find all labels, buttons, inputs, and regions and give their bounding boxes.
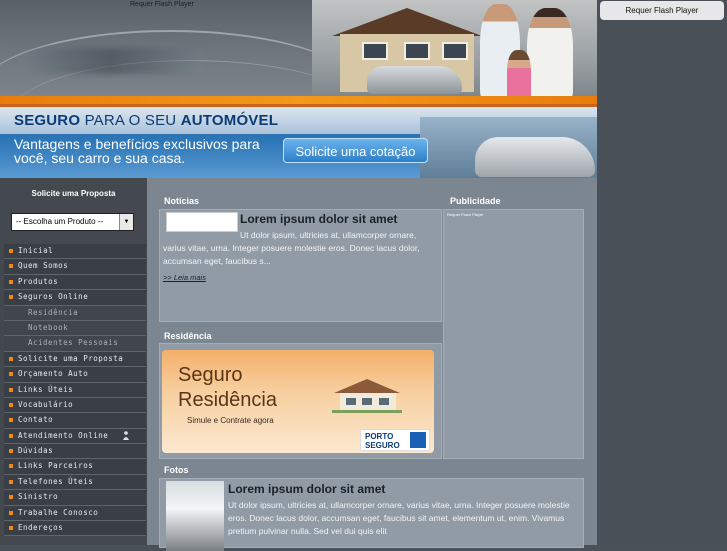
- sidebar: Solicite uma Proposta -- Escolha um Prod…: [0, 178, 147, 545]
- photos-headline[interactable]: Lorem ipsum dolor sit amet: [228, 482, 385, 496]
- bullet-icon: [9, 402, 13, 407]
- sidebar-subitem[interactable]: Acidentes Pessoais: [4, 336, 146, 352]
- sidebar-item[interactable]: Vocabulário: [4, 397, 146, 414]
- sidebar-item[interactable]: Links Parceiros: [4, 459, 146, 475]
- header-flash-banner: Requer Flash Player: [0, 0, 597, 100]
- sidebar-item[interactable]: Sinistro: [4, 490, 146, 506]
- sidebar-item-label: Orçamento Auto: [18, 369, 89, 379]
- sidebar-item-label: Telefones Úteis: [18, 476, 94, 486]
- sidebar-menu: Inicial Quem Somos Produtos Seguros Online R…: [4, 244, 146, 537]
- auto-insurance-banner[interactable]: SEGURO PARA O SEU AUTOMÓVEL Vantagens e …: [0, 107, 597, 178]
- bullet-icon: [9, 249, 13, 253]
- sidebar-item-label: Contato: [18, 415, 54, 425]
- sidebar-item[interactable]: Atendimento Online: [4, 428, 146, 445]
- ads-flash-notice: Requer Flash Player: [447, 212, 484, 217]
- sidebar-item-label: Links Parceiros: [18, 461, 94, 471]
- sidebar-subitem[interactable]: Residência: [4, 305, 146, 321]
- bullet-icon: [9, 387, 13, 392]
- news-panel: Lorem ipsum dolor sit amet Ut dolor ipsu…: [159, 209, 442, 322]
- photos-panel: Lorem ipsum dolor sit amet Ut dolor ipsu…: [159, 478, 584, 551]
- ads-section-title: Publicidade: [450, 196, 501, 206]
- ad-line-1: Seguro: [178, 364, 243, 386]
- flash-player-notice: Requer Flash Player: [130, 1, 194, 8]
- sidebar-item-label: Dúvidas: [18, 446, 54, 456]
- bullet-icon: [9, 510, 13, 515]
- blurred-logo: [18, 48, 203, 74]
- bullet-icon: [9, 433, 13, 438]
- bullet-icon: [9, 449, 13, 454]
- news-body: Ut dolor ipsum, ultricies at, ullamcorpe…: [163, 230, 420, 266]
- bullet-icon: [9, 526, 13, 531]
- bullet-icon: [9, 279, 13, 284]
- family-person: [527, 8, 573, 100]
- sidebar-item[interactable]: Links Úteis: [4, 382, 146, 398]
- sidebar-item-label: Residência: [28, 307, 79, 317]
- sidebar-item-label: Links Úteis: [18, 384, 74, 394]
- porto-seguro-mark-icon: [410, 432, 426, 448]
- ad-line-2: Residência: [178, 389, 277, 411]
- orange-divider: [0, 96, 597, 104]
- family-person: [507, 50, 531, 100]
- sidebar-item[interactable]: Inicial: [4, 244, 146, 260]
- right-column: Requer Flash Player: [597, 0, 727, 545]
- ads-panel: Requer Flash Player: [443, 209, 584, 459]
- bullet-icon: [9, 356, 13, 361]
- bullet-icon: [9, 418, 13, 423]
- sidebar-subitem[interactable]: Notebook: [4, 320, 146, 337]
- city-car-photo: [420, 117, 597, 178]
- sidebar-item[interactable]: Telefones Úteis: [4, 474, 146, 491]
- sidebar-item[interactable]: Quem Somos: [4, 259, 146, 275]
- news-section-title: Notícias: [164, 196, 200, 206]
- sidebar-item-label: Endereços: [18, 523, 64, 533]
- sidebar-item[interactable]: Contato: [4, 413, 146, 429]
- sidebar-item-label: Notebook: [28, 322, 69, 332]
- product-select[interactable]: -- Escolha um Produto -- ▼: [11, 213, 134, 231]
- sidebar-item[interactable]: Dúvidas: [4, 444, 146, 460]
- sidebar-item-label: Produtos: [18, 276, 59, 286]
- porto-seguro-logo: PORTO SEGURO: [360, 429, 430, 451]
- sidebar-item[interactable]: Trabalhe Conosco: [4, 505, 146, 522]
- bullet-icon: [9, 264, 13, 269]
- photos-section-title: Fotos: [164, 465, 189, 475]
- flash-player-button[interactable]: Requer Flash Player: [600, 1, 724, 20]
- residence-insurance-ad[interactable]: Seguro Residência Simule e Contrate agor…: [162, 350, 434, 453]
- quote-request-button[interactable]: Solicite uma cotação: [283, 138, 428, 163]
- read-more-link[interactable]: >> Leia mais: [163, 273, 206, 282]
- ad-line-3: Simule e Contrate agora: [187, 416, 274, 425]
- sidebar-item-label: Vocabulário: [18, 399, 74, 409]
- bullet-icon: [9, 479, 13, 484]
- sidebar-item[interactable]: Seguros Online: [4, 290, 146, 306]
- banner-title: SEGURO PARA O SEU AUTOMÓVEL: [14, 112, 279, 129]
- sidebar-item[interactable]: Orçamento Auto: [4, 367, 146, 383]
- bullet-icon: [9, 464, 13, 469]
- product-select-value: -- Escolha um Produto --: [16, 217, 104, 226]
- bullet-icon: [9, 372, 13, 377]
- sidebar-item-label: Inicial: [18, 246, 54, 255]
- news-headline[interactable]: Lorem ipsum dolor sit amet: [240, 212, 397, 226]
- sidebar-item-label: Acidentes Pessoais: [28, 338, 119, 348]
- main-content: Notícias Lorem ipsum dolor sit amet Ut d…: [147, 178, 597, 551]
- sidebar-item-label: Sinistro: [18, 492, 59, 502]
- bullet-icon: [9, 495, 13, 500]
- residence-section-title: Residência: [164, 331, 212, 341]
- sidebar-item[interactable]: Endereços: [4, 521, 146, 537]
- bullet-icon: [9, 295, 13, 300]
- chevron-down-icon[interactable]: ▼: [119, 214, 133, 230]
- sidebar-item-label: Quem Somos: [18, 261, 69, 271]
- photo-thumbnail[interactable]: [166, 481, 224, 551]
- photos-body: Ut dolor ipsum, ultricies at, ullamcorpe…: [228, 500, 570, 536]
- sidebar-item[interactable]: Produtos: [4, 274, 146, 291]
- sidebar-item[interactable]: Solicite uma Proposta: [4, 351, 146, 368]
- family-house-photo: [312, 0, 597, 100]
- sidebar-item-label: Seguros Online: [18, 292, 89, 302]
- sidebar-item-label: Trabalhe Conosco: [18, 507, 99, 517]
- house-icon: [332, 379, 402, 413]
- banner-subtitle: Vantagens e benefícios exclusivos para v…: [14, 136, 260, 166]
- sidebar-item-label: Atendimento Online: [18, 430, 109, 440]
- car-illustration: [367, 66, 462, 94]
- sidebar-item-label: Solicite uma Proposta: [18, 353, 124, 363]
- person-icon: [123, 430, 129, 440]
- proposal-title: Solicite uma Proposta: [31, 189, 116, 198]
